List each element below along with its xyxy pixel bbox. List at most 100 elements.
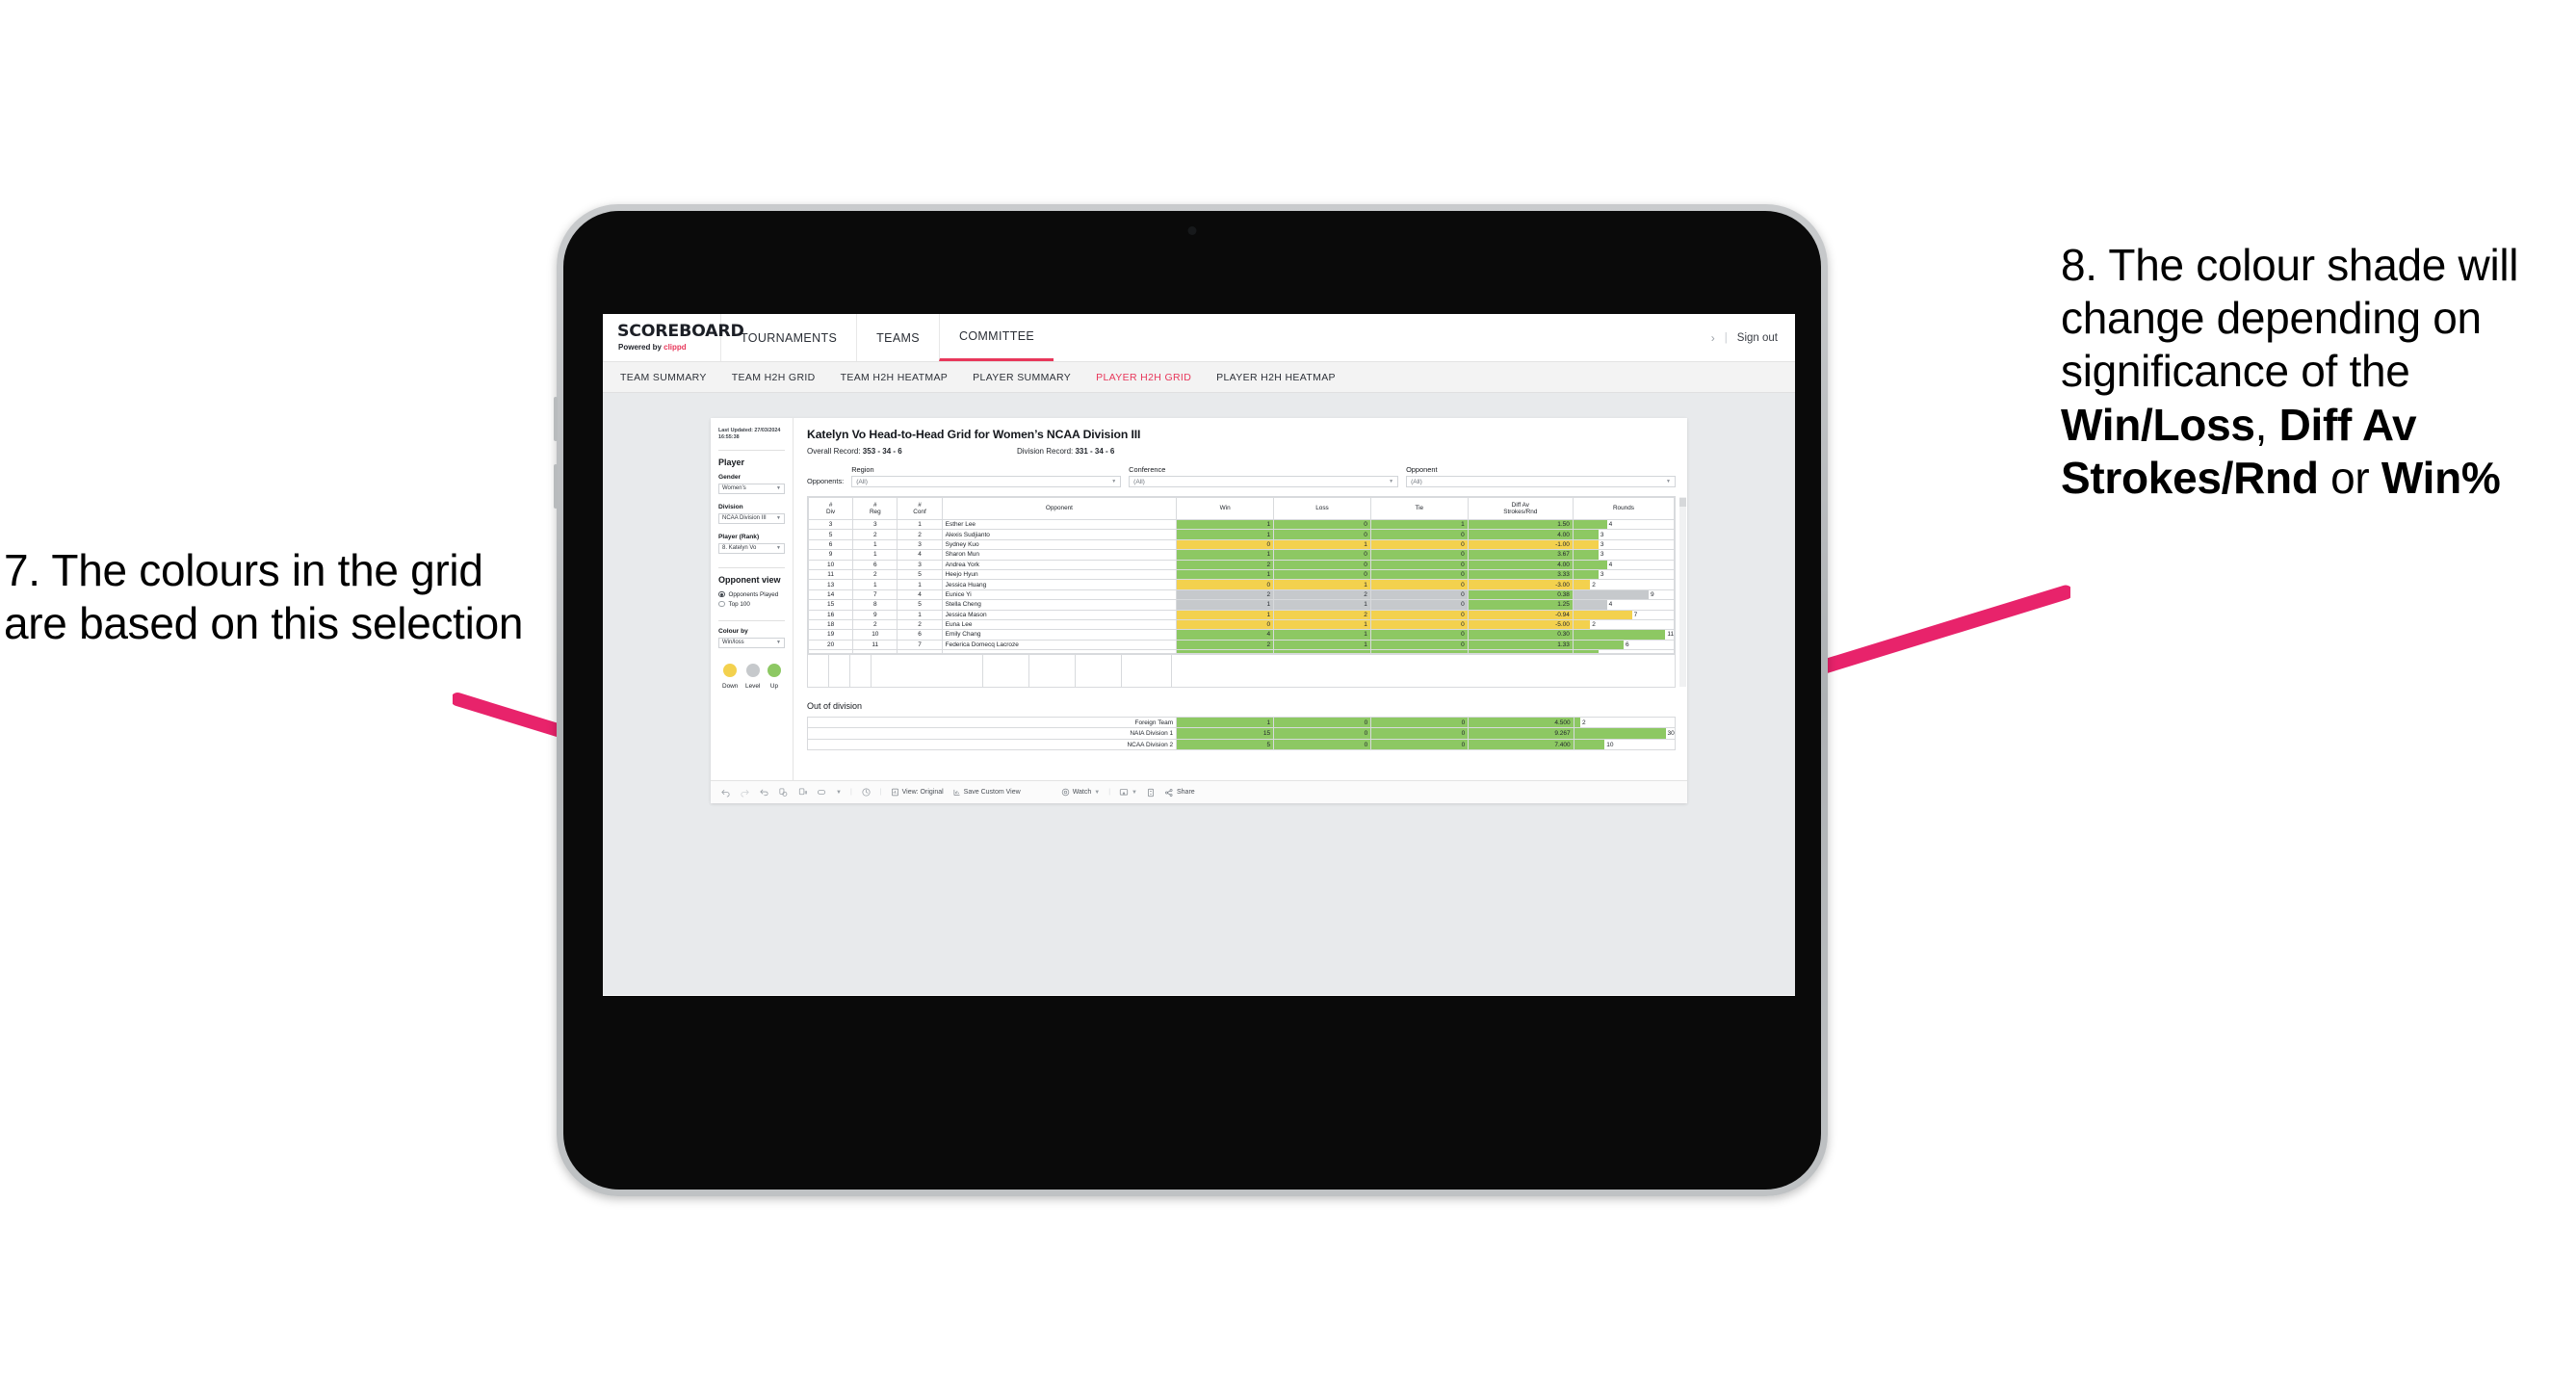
rounds-bar [1573, 560, 1607, 569]
rounds-value: 3 [1600, 531, 1604, 538]
opponent-filter-label: Opponent [1406, 465, 1438, 474]
cell-tie: 0 [1369, 618, 1469, 631]
table-row[interactable]: 9 1 4 Sharon Mun 1 0 0 3.67 3 [807, 549, 1676, 561]
player-rank-select[interactable]: 8. Katelyn Vo ▼ [718, 542, 785, 554]
gender-select[interactable]: Women’s ▼ [718, 483, 785, 494]
download-button[interactable]: ▼ [1119, 788, 1137, 798]
pause-updates-icon[interactable] [797, 787, 808, 798]
opponent-select[interactable]: (All) ▼ [1406, 476, 1676, 487]
table-row[interactable]: 16 9 1 Jessica Mason 1 2 0 -0.94 7 [807, 609, 1676, 620]
colour-legend: Down Level Up [718, 663, 785, 690]
cell-diff-av-strokes: 3.33 [1467, 568, 1574, 581]
undo-icon[interactable] [720, 787, 731, 798]
sign-out-link[interactable]: Sign out [1737, 332, 1778, 344]
table-row[interactable]: NCAA Division 2 5 0 0 7.400 10 [806, 738, 1677, 751]
rounds-value: 6 [1625, 641, 1629, 648]
cell-diff-av-strokes: 1.50 [1467, 518, 1574, 531]
cell-tie: 0 [1370, 738, 1470, 751]
full-screen-icon[interactable] [1146, 788, 1156, 798]
subnav-item-team-h2h-grid[interactable]: TEAM H2H GRID [732, 372, 816, 383]
cell-conf [897, 649, 943, 655]
share-button[interactable]: Share [1164, 788, 1195, 798]
legend-label-down: Down [722, 682, 739, 690]
table-row[interactable]: 13 1 1 Jessica Huang 0 1 0 -3.00 2 [807, 579, 1676, 590]
subnav-item-player-h2h-heatmap[interactable]: PLAYER H2H HEATMAP [1216, 372, 1336, 383]
secondary-nav: TEAM SUMMARY TEAM H2H GRID TEAM H2H HEAT… [603, 362, 1795, 393]
chevron-down-icon: ▼ [776, 515, 781, 522]
scrollbar-thumb[interactable] [1679, 498, 1686, 507]
rounds-bar [1573, 589, 1649, 600]
table-row[interactable]: NAIA Division 1 15 0 0 9.267 30 [806, 727, 1677, 740]
table-row[interactable]: 11 2 5 Heejo Hyun 1 0 0 3.33 3 [807, 568, 1676, 581]
revert-icon[interactable] [759, 787, 769, 798]
table-row[interactable]: 3 3 1 Esther Lee 1 0 1 1.50 4 [807, 518, 1676, 531]
radio-top-100[interactable]: Top 100 [718, 601, 785, 608]
col-div: # Div [807, 497, 854, 520]
watch-button[interactable]: Watch ▼ [1061, 788, 1100, 797]
cell-div: 18 [807, 618, 854, 631]
cell-rounds: 10 [1573, 738, 1677, 751]
table-row[interactable]: 5 2 2 Alexis Sudjianto 1 0 0 4.00 3 [807, 529, 1676, 540]
table-row[interactable]: 14 7 4 Eunice Yi 2 2 0 0.38 9 [807, 588, 1676, 601]
view-original-button[interactable]: View: Original [891, 788, 944, 797]
col-reg: # Reg [852, 497, 898, 520]
cell-reg: 11 [852, 639, 898, 651]
col-div-l1: # [828, 501, 833, 509]
table-row[interactable]: 10 6 3 Andrea York 2 0 0 4.00 4 [807, 559, 1676, 570]
region-select[interactable]: (All) ▼ [851, 476, 1122, 487]
save-custom-view-button[interactable]: Save Custom View [952, 788, 1021, 797]
cell-conf: 2 [897, 618, 943, 631]
rounds-value: 4 [1608, 561, 1613, 568]
cell-win: 0 [1176, 538, 1275, 551]
cell-loss: 2 [1273, 588, 1371, 601]
division-select[interactable]: NCAA Division III ▼ [718, 512, 785, 524]
subnav-item-player-h2h-grid[interactable]: PLAYER H2H GRID [1096, 372, 1191, 383]
cell-win [1176, 649, 1275, 655]
page-title: Katelyn Vo Head-to-Head Grid for Women’s… [807, 428, 1141, 441]
table-row[interactable]: Foreign Team 1 0 0 4.500 2 [806, 717, 1677, 729]
rounds-bar [1574, 739, 1605, 750]
cell-tie: 0 [1370, 727, 1470, 740]
h2h-grid-header-row: # Div # Reg # Conf Opponent Win Loss Tie Di… [807, 497, 1676, 520]
subnav-item-player-summary[interactable]: PLAYER SUMMARY [973, 372, 1071, 383]
conference-filter: Conference (All) ▼ [1129, 465, 1399, 487]
chevron-down-icon[interactable]: ▼ [836, 790, 842, 796]
cell-loss [1273, 649, 1371, 655]
cell-reg [852, 649, 898, 655]
subnav-item-team-summary[interactable]: TEAM SUMMARY [620, 372, 707, 383]
table-row[interactable]: 15 8 5 Stella Cheng 1 1 0 1.25 4 [807, 599, 1676, 611]
slide-canvas: 7. The colours in the grid are based on … [0, 0, 2576, 1386]
refresh-data-icon[interactable] [778, 787, 789, 798]
grid-vertical-scrollbar[interactable] [1679, 497, 1686, 688]
rounds-bar [1573, 530, 1599, 539]
cell-loss: 0 [1273, 568, 1371, 581]
filler-cell [1122, 655, 1172, 688]
nav-item-committee[interactable]: COMMITTEE [938, 314, 1054, 361]
table-row[interactable]: 20 11 7 Federica Domecq Lacroze 2 1 0 1.33 6 [807, 639, 1676, 651]
cell-win: 5 [1176, 738, 1275, 751]
table-row-partial[interactable] [807, 649, 1676, 655]
cell-tie: 0 [1369, 629, 1469, 641]
table-row[interactable]: 18 2 2 Euna Lee 0 1 0 -5.00 2 [807, 618, 1676, 631]
conference-select[interactable]: (All) ▼ [1129, 476, 1399, 487]
chevron-right-icon[interactable]: › [1711, 331, 1715, 345]
redo-icon[interactable] [740, 787, 750, 798]
filter-panel: Last Updated: 27/03/2024 16:55:38 Player… [711, 418, 794, 803]
pause-auto-update-icon[interactable] [861, 787, 872, 798]
brand-logo[interactable]: SCOREBOARD Powered by clippd [603, 314, 744, 361]
nav-item-teams[interactable]: TEAMS [856, 314, 939, 361]
col-diff-l1: Diff Av [1511, 501, 1529, 509]
h2h-grid-table: # Div # Reg # Conf Opponent Win Loss Tie Di… [807, 497, 1676, 655]
cell-win: 1 [1176, 518, 1275, 531]
rounds-bar [1573, 619, 1591, 630]
cell-group-name: NAIA Division 1 [806, 727, 1178, 740]
radio-opponents-played[interactable]: Opponents Played [718, 591, 785, 598]
table-row[interactable]: 6 1 3 Sydney Kuo 0 1 0 -1.00 3 [807, 538, 1676, 551]
cell-diff-av-strokes: 4.00 [1467, 529, 1574, 540]
divider [718, 566, 785, 568]
highlight-icon[interactable] [817, 787, 827, 798]
table-row[interactable]: 19 10 6 Emily Chang 4 1 0 0.30 11 [807, 629, 1676, 641]
colour-by-select[interactable]: Win/loss ▼ [718, 637, 785, 648]
subnav-item-team-h2h-heatmap[interactable]: TEAM H2H HEATMAP [841, 372, 949, 383]
overall-record: Overall Record: 353 - 34 - 6 [807, 447, 1017, 456]
